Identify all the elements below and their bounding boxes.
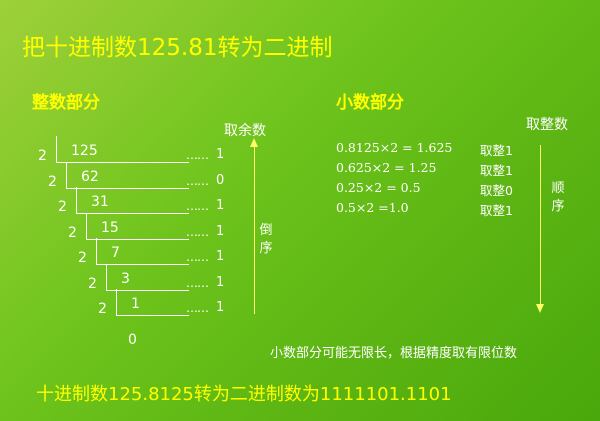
step-dots: ……	[186, 148, 209, 162]
step-remainder: 1	[216, 274, 225, 290]
fraction-expression: 0.5×2 =1.0	[336, 200, 409, 215]
step-dots: ……	[186, 224, 209, 239]
step-divisor: 2	[38, 148, 47, 164]
step-divisor: 2	[98, 301, 107, 317]
step-remainder: 1	[216, 223, 225, 239]
fraction-take: 取整0	[480, 183, 513, 198]
remainder-label: 取余数	[224, 123, 266, 139]
final-quotient: 0	[128, 332, 137, 348]
fraction-part-heading: 小数部分	[336, 93, 404, 113]
precision-note: 小数部分可能无限长，根据精度取有限位数	[270, 346, 518, 361]
result-statement: 十进制数125.8125转为二进制数为1111101.1101	[36, 384, 452, 405]
step-value: 125	[71, 143, 98, 159]
step-value: 62	[81, 168, 99, 185]
page-title: 把十进制数125.81转为二进制	[22, 35, 333, 61]
reverse-arrow-line	[254, 146, 255, 314]
division-bracket	[116, 289, 189, 316]
fraction-expression: 0.8125×2 = 1.625	[336, 140, 453, 155]
step-dots: ……	[186, 199, 209, 213]
reverse-label: 倒序	[259, 223, 273, 256]
step-remainder: 1	[216, 147, 225, 162]
step-dots: ……	[186, 173, 209, 188]
step-divisor: 2	[58, 199, 67, 215]
step-dots: ……	[186, 301, 209, 315]
step-divisor: 2	[48, 173, 57, 190]
step-remainder: 1	[216, 198, 225, 213]
fraction-take: 取整1	[480, 203, 513, 218]
order-arrow-line	[540, 145, 541, 305]
division-bracket	[96, 238, 189, 265]
step-remainder: 1	[216, 300, 225, 315]
step-remainder: 1	[216, 249, 225, 264]
step-value: 3	[121, 270, 130, 287]
fraction-expression: 0.625×2 = 1.25	[336, 160, 437, 175]
step-dots: ……	[186, 250, 209, 264]
step-value: 31	[91, 194, 109, 210]
division-bracket	[106, 263, 189, 291]
order-arrow-head	[536, 304, 544, 313]
step-value: 1	[131, 296, 140, 312]
fraction-expression: 0.25×2 = 0.5	[336, 180, 421, 195]
order-label: 顺序	[551, 181, 565, 214]
step-divisor: 2	[78, 250, 87, 266]
step-divisor: 2	[68, 224, 77, 241]
step-divisor: 2	[88, 275, 97, 292]
take-integer-label: 取整数	[526, 117, 568, 133]
step-dots: ……	[186, 275, 209, 290]
integer-part-heading: 整数部分	[32, 93, 100, 113]
fraction-take: 取整1	[480, 163, 513, 178]
fraction-take: 取整1	[480, 143, 513, 158]
step-remainder: 0	[216, 172, 225, 188]
step-value: 15	[101, 219, 119, 236]
step-value: 7	[111, 245, 120, 261]
